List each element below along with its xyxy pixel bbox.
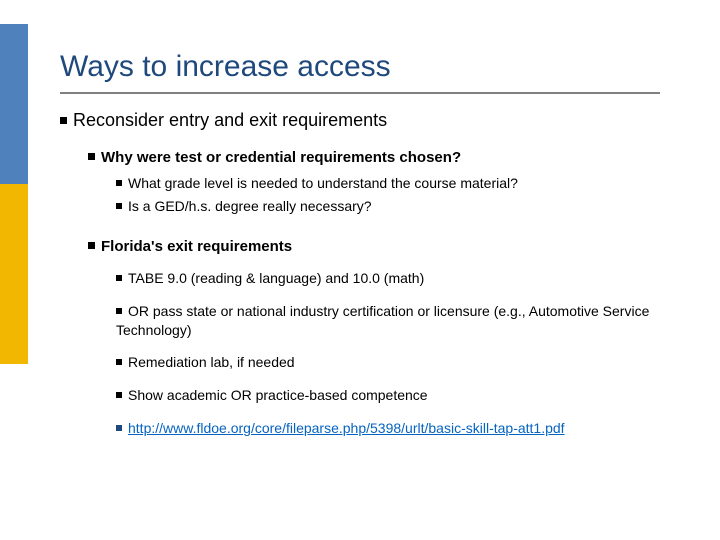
bullet-icon — [116, 275, 122, 281]
bullet-text: Show academic OR practice-based competen… — [128, 387, 428, 403]
bullet-text: Florida's exit requirements — [101, 238, 292, 255]
bullet-text: TABE 9.0 (reading & language) and 10.0 (… — [128, 270, 424, 286]
accent-bar-blue — [0, 24, 28, 184]
bullet-l1: Reconsider entry and exit requirements — [60, 110, 688, 131]
bullet-l3: What grade level is needed to understand… — [116, 174, 688, 193]
bullet-icon — [116, 180, 122, 186]
bullet-icon — [116, 308, 122, 314]
link-text: http://www.fldoe.org/core/fileparse.php/… — [128, 420, 565, 436]
bullet-icon — [116, 203, 122, 209]
bullet-l3: Remediation lab, if needed — [116, 353, 688, 372]
bullet-icon — [116, 359, 122, 365]
bullet-text: Remediation lab, if needed — [128, 354, 295, 370]
bullet-icon — [88, 242, 95, 249]
bullet-l3: OR pass state or national industry certi… — [116, 302, 688, 340]
bullet-link[interactable]: http://www.fldoe.org/core/fileparse.php/… — [116, 419, 688, 438]
bullet-text: Why were test or credential requirements… — [101, 149, 461, 166]
bullet-icon — [60, 117, 67, 124]
slide-title: Ways to increase access — [60, 50, 688, 84]
bullet-l3: Is a GED/h.s. degree really necessary? — [116, 197, 688, 216]
bullet-text: What grade level is needed to understand… — [128, 175, 518, 191]
bullet-l2: Florida's exit requirements — [88, 238, 688, 255]
bullet-icon — [88, 153, 95, 160]
bullet-text: Is a GED/h.s. degree really necessary? — [128, 198, 372, 214]
bullet-l2: Why were test or credential requirements… — [88, 149, 688, 166]
bullet-text: OR pass state or national industry certi… — [116, 303, 649, 338]
title-rule — [60, 92, 660, 94]
accent-bar-gold — [0, 184, 28, 364]
bullet-l3: TABE 9.0 (reading & language) and 10.0 (… — [116, 269, 688, 288]
bullet-l3: Show academic OR practice-based competen… — [116, 386, 688, 405]
bullet-text: Reconsider entry and exit requirements — [73, 110, 387, 130]
slide: Ways to increase access Reconsider entry… — [0, 0, 720, 540]
bullet-icon — [116, 425, 122, 431]
content: Ways to increase access Reconsider entry… — [60, 50, 688, 442]
bullet-icon — [116, 392, 122, 398]
